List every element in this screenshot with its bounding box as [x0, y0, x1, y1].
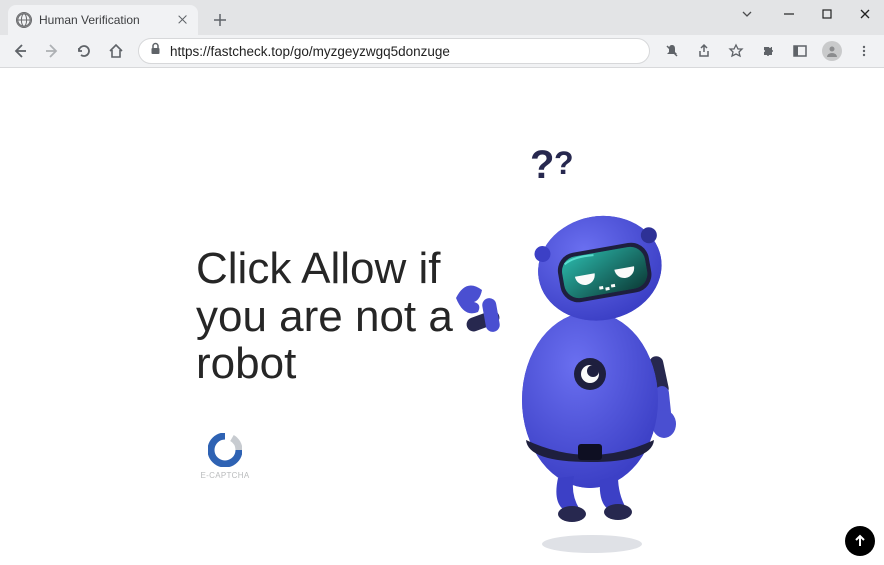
page-content: Click Allow if you are not a robot E-CAP… [0, 68, 884, 565]
reload-button[interactable] [70, 37, 98, 65]
svg-text:?: ? [530, 143, 554, 187]
arrow-up-icon [852, 533, 868, 549]
captcha-badge: E-CAPTCHA [200, 433, 250, 480]
heading-line-2: you are not a [196, 293, 453, 341]
share-icon[interactable] [690, 37, 718, 65]
lock-icon [149, 42, 162, 60]
minimize-button[interactable] [770, 0, 808, 28]
sidepanel-icon[interactable] [786, 37, 814, 65]
profile-avatar[interactable] [818, 37, 846, 65]
close-tab-icon[interactable] [176, 13, 190, 27]
tab-search-button[interactable] [728, 0, 766, 28]
new-tab-button[interactable] [206, 6, 234, 34]
scroll-top-button[interactable] [845, 526, 875, 556]
kebab-menu-icon[interactable] [850, 37, 878, 65]
extensions-icon[interactable] [754, 37, 782, 65]
tab-title: Human Verification [39, 13, 169, 27]
window-controls [728, 0, 884, 28]
page-heading: Click Allow if you are not a robot [196, 245, 453, 388]
browser-toolbar: https://fastcheck.top/go/myzgeyzwgq5donz… [0, 35, 884, 68]
address-bar[interactable]: https://fastcheck.top/go/myzgeyzwgq5donz… [138, 38, 650, 64]
browser-titlebar: Human Verification [0, 0, 884, 35]
back-button[interactable] [6, 37, 34, 65]
url-text: https://fastcheck.top/go/myzgeyzwgq5donz… [170, 44, 450, 59]
maximize-button[interactable] [808, 0, 846, 28]
close-window-button[interactable] [846, 0, 884, 28]
home-button[interactable] [102, 37, 130, 65]
browser-tab[interactable]: Human Verification [8, 5, 198, 35]
captcha-logo-icon [208, 433, 242, 467]
notifications-muted-icon[interactable] [658, 37, 686, 65]
avatar-icon [822, 41, 842, 61]
bookmark-star-icon[interactable] [722, 37, 750, 65]
heading-line-1: Click Allow if [196, 245, 453, 293]
heading-line-3: robot [196, 340, 453, 388]
globe-icon [16, 12, 32, 28]
svg-text:?: ? [554, 145, 574, 181]
forward-button[interactable] [38, 37, 66, 65]
captcha-label: E-CAPTCHA [200, 471, 250, 480]
robot-illustration: ? ? [450, 140, 710, 500]
